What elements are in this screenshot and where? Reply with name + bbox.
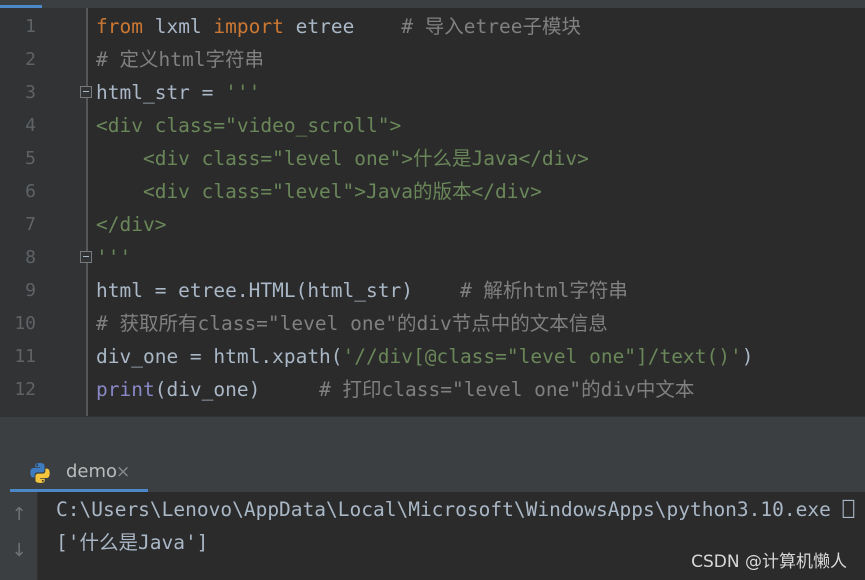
code-line[interactable]: print(div_one) # 打印class="level one"的div… — [96, 373, 694, 406]
code-token: lxml — [142, 15, 214, 38]
line-number: 12 — [14, 379, 36, 400]
watermark: CSDN @计算机懒人 — [691, 552, 847, 572]
code-token: # 导入etree子模块 — [401, 15, 581, 38]
console-output-line: C:\Users\Lenovo\AppData\Local\Microsoft\… — [56, 498, 855, 521]
line-number: 3 — [25, 82, 36, 103]
editor-tab-strip — [0, 0, 865, 8]
code-line[interactable]: # 获取所有class="level one"的div节点中的文本信息 — [96, 307, 608, 340]
code-token: # 解析html字符串 — [459, 279, 628, 302]
line-number: 2 — [25, 49, 36, 70]
line-number: 9 — [25, 280, 36, 301]
code-token: div_one = html.xpath( — [96, 345, 343, 368]
python-icon — [30, 463, 50, 483]
code-token: ''' — [225, 81, 261, 104]
code-line[interactable]: <div class="video_scroll"> — [96, 109, 401, 142]
run-tab-demo[interactable]: demo × — [10, 452, 148, 492]
code-line[interactable]: html = etree.HTML(html_str) # 解析html字符串 — [96, 274, 628, 307]
code-token: html_str = — [96, 81, 226, 104]
line-number: 11 — [14, 346, 36, 367]
code-token: ) — [741, 345, 754, 368]
code-line[interactable]: <div class="level one">什么是Java</div> — [96, 142, 589, 175]
console-output-line: ['什么是Java'] — [56, 531, 209, 554]
scroll-down-icon[interactable]: ↓ — [0, 540, 38, 561]
code-line[interactable]: html_str = ''' — [96, 76, 260, 109]
code-token: # 打印class="level one"的div中文本 — [319, 378, 695, 401]
code-token: '//div[@class="level one"]/text()' — [342, 345, 742, 368]
scroll-up-icon[interactable]: ↑ — [0, 504, 38, 525]
line-number: 4 — [25, 115, 36, 136]
line-number: 7 — [25, 214, 36, 235]
line-number-gutter: 1 2 3 4 5 6 7 8 9 10 11 12 — [0, 8, 86, 416]
fold-toggle-icon[interactable] — [80, 86, 92, 98]
code-token: ''' — [96, 246, 132, 269]
code-token: import — [213, 15, 284, 38]
fold-toggle-icon[interactable] — [80, 251, 92, 263]
code-token: # 获取所有class="level one"的div节点中的文本信息 — [96, 312, 608, 335]
code-line[interactable]: ''' — [96, 241, 131, 274]
line-number: 10 — [14, 313, 36, 334]
code-token: etree — [283, 15, 402, 38]
run-tool-window-header: demo × — [0, 452, 865, 492]
run-console[interactable]: ↑ ↓ C:\Users\Lenovo\AppData\Local\Micros… — [0, 492, 865, 580]
code-token: <div class="level one">什么是Java</div> — [96, 147, 589, 170]
code-line[interactable]: <div class="level">Java的版本</div> — [96, 175, 542, 208]
code-line[interactable]: div_one = html.xpath('//div[@class="leve… — [96, 340, 753, 373]
line-number: 5 — [25, 148, 36, 169]
code-token: <div class="level">Java的版本</div> — [96, 180, 542, 203]
code-token: # 定义html字符串 — [96, 48, 264, 71]
code-token: <div class="video_scroll"> — [96, 114, 402, 137]
code-token: print — [96, 378, 155, 401]
gutter-divider — [86, 8, 88, 416]
code-token: (div_one) — [154, 378, 320, 401]
console-side-toolbar: ↑ ↓ — [0, 492, 38, 580]
code-token: from — [96, 15, 143, 38]
code-line[interactable]: from lxml import etree # 导入etree子模块 — [96, 10, 581, 43]
line-number: 6 — [25, 181, 36, 202]
line-number: 1 — [25, 16, 36, 37]
line-number: 8 — [25, 247, 36, 268]
panel-splitter[interactable] — [0, 416, 865, 452]
code-token: html = etree.HTML(html_str) — [96, 279, 460, 302]
code-editor[interactable]: 1 2 3 4 5 6 7 8 9 10 11 12 from lxml import etree #… — [0, 0, 865, 416]
code-token: </div> — [96, 213, 167, 236]
code-line[interactable]: </div> — [96, 208, 166, 241]
close-icon[interactable]: × — [116, 452, 130, 492]
run-tab-label: demo — [66, 461, 118, 482]
code-line[interactable]: # 定义html字符串 — [96, 43, 264, 76]
